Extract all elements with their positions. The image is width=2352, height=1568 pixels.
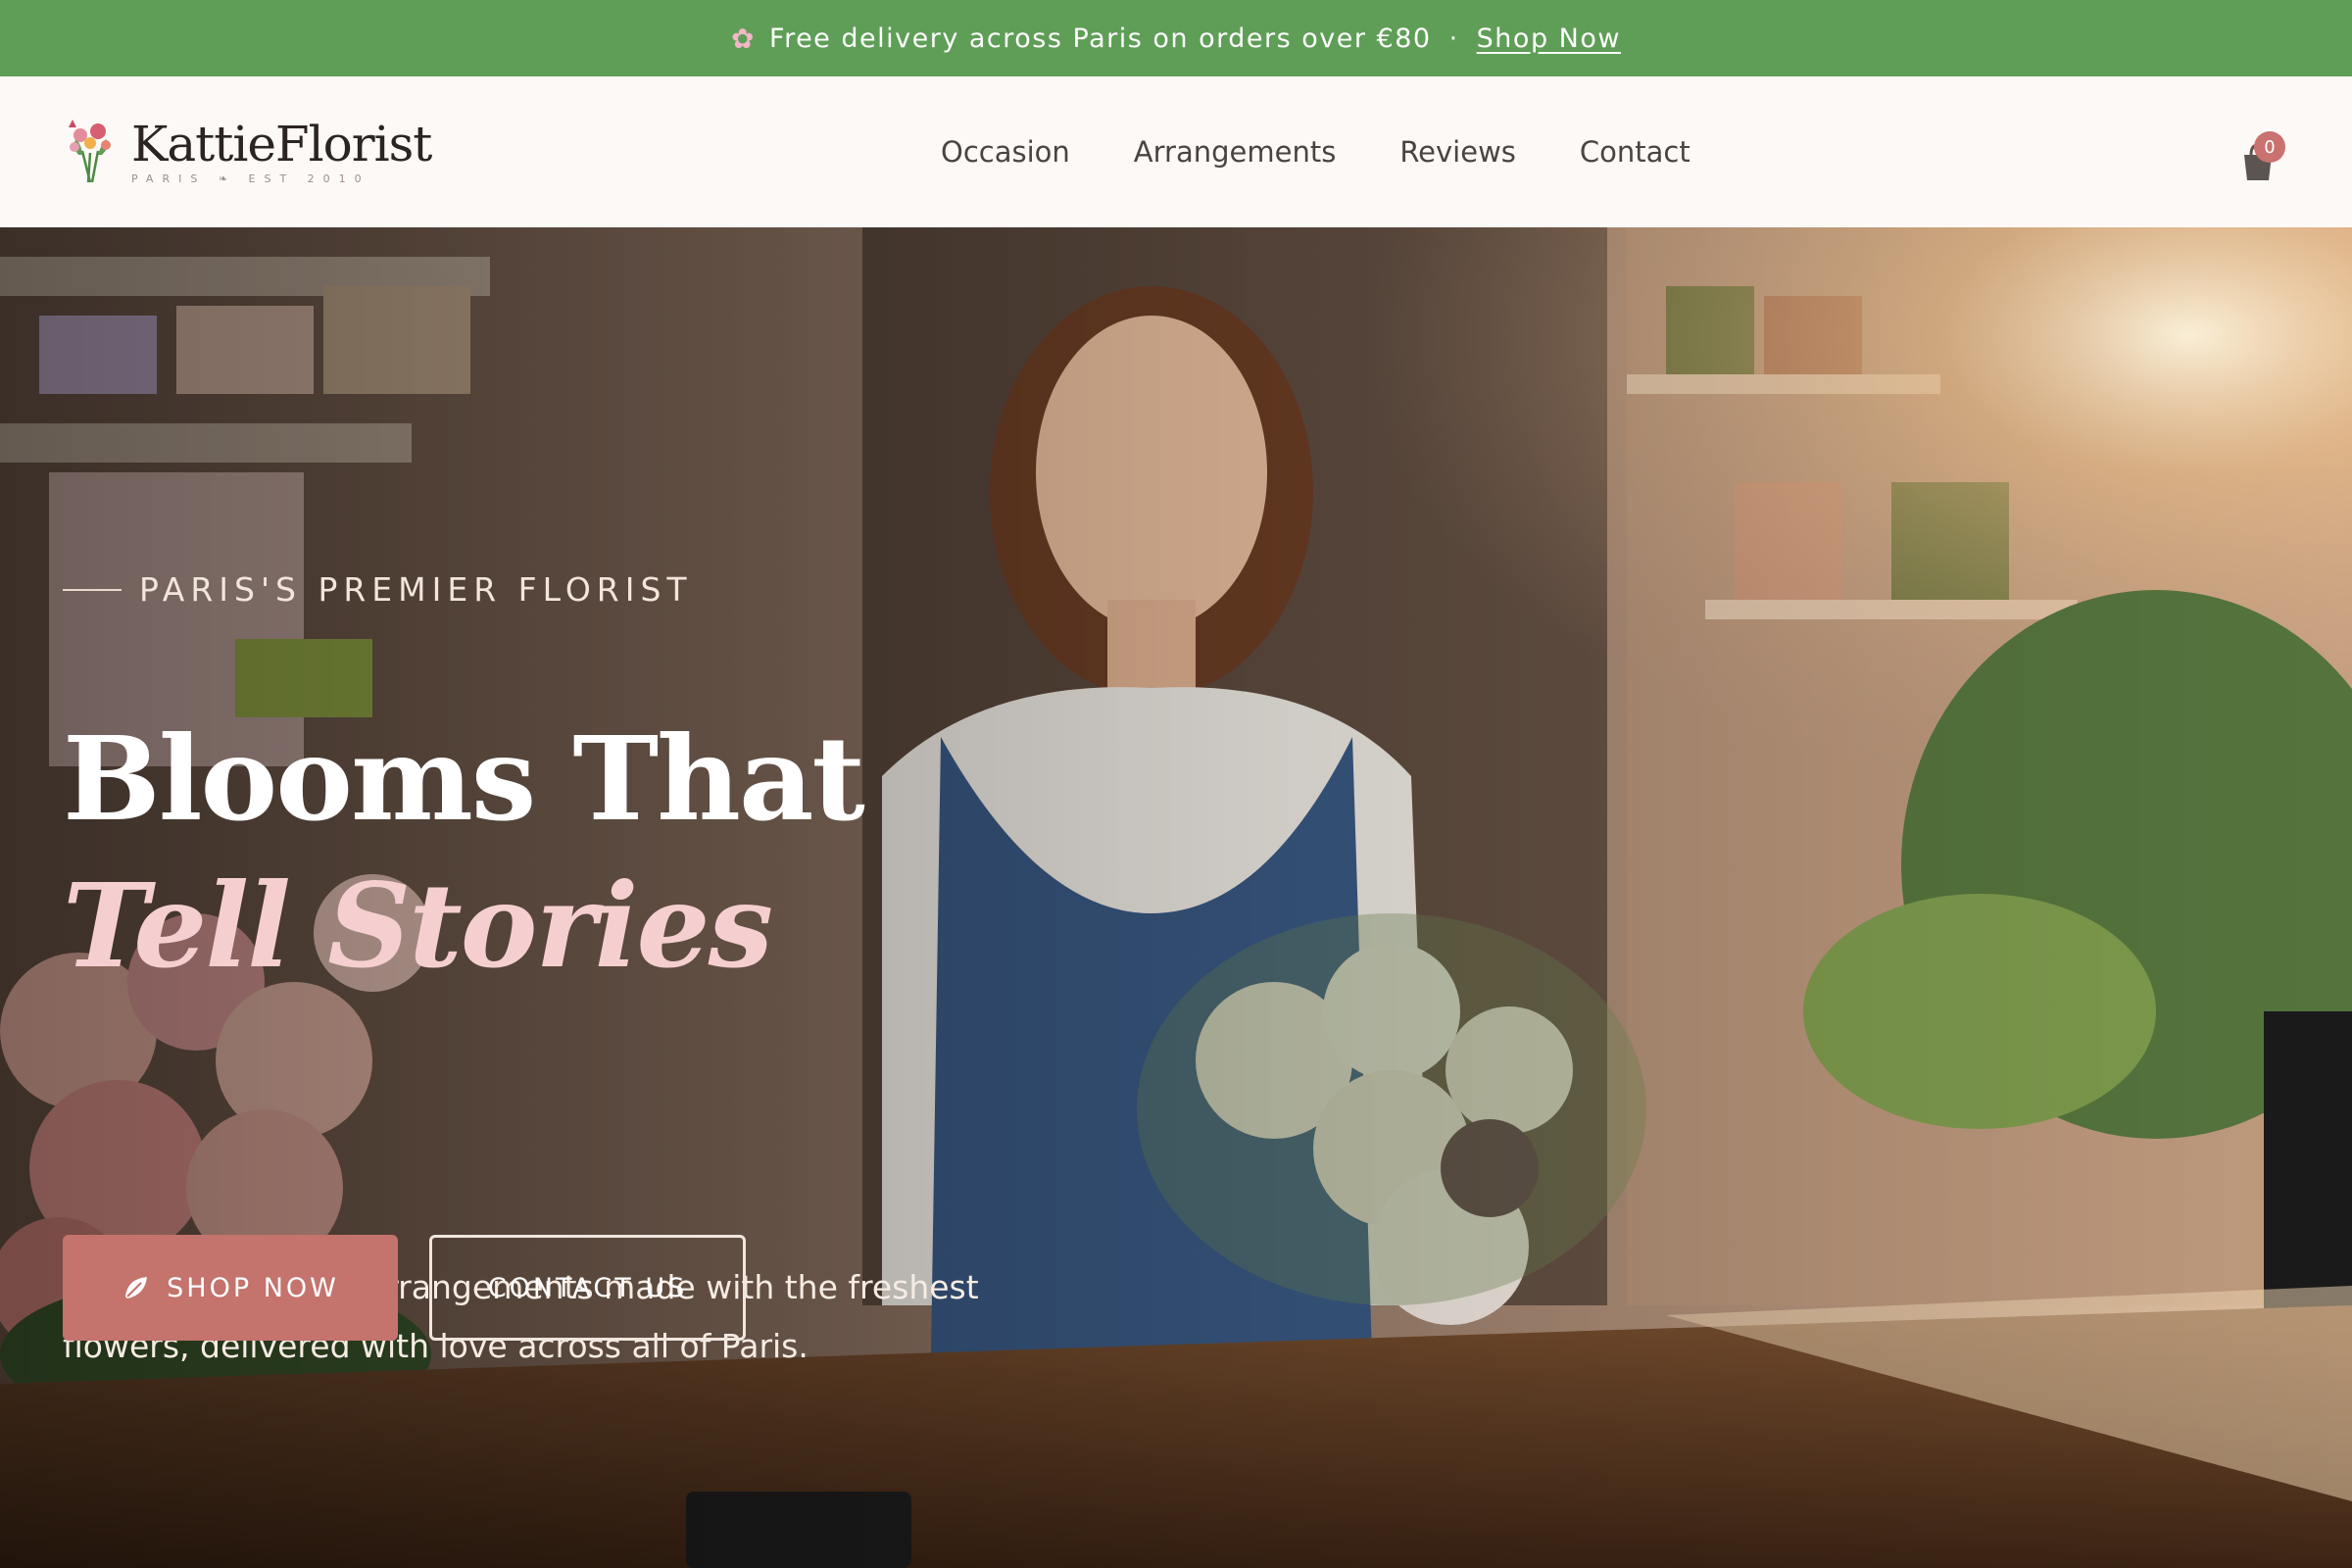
leaf-icon: [125, 1277, 148, 1298]
nav-occasion[interactable]: Occasion: [941, 135, 1070, 169]
logo-wordmark: KattieFlorist: [131, 116, 432, 172]
nav-arrangements[interactable]: Arrangements: [1134, 135, 1337, 169]
shop-now-button[interactable]: SHOP NOW: [63, 1235, 398, 1341]
eyebrow-text: PARIS'S PREMIER FLORIST: [139, 570, 693, 609]
site-header: KattieFlorist PARIS ❧ EST 2010 Occasion …: [0, 76, 2352, 227]
eyebrow-rule: [63, 588, 122, 591]
hero-content: PARIS'S PREMIER FLORIST Blooms That Tell…: [63, 227, 1141, 1568]
hero-section: PARIS'S PREMIER FLORIST Blooms That Tell…: [0, 227, 2352, 1568]
cart-count-badge: 0: [2254, 131, 2285, 163]
announcement-text: Free delivery across Paris on orders ove…: [769, 23, 1432, 54]
main-nav: Occasion Arrangements Reviews Contact: [941, 76, 1754, 227]
hero-eyebrow: PARIS'S PREMIER FLORIST: [63, 570, 693, 609]
logo[interactable]: KattieFlorist PARIS ❧ EST 2010: [61, 116, 432, 194]
contact-us-button[interactable]: CONTACT US: [429, 1235, 746, 1341]
announcement-separator: ·: [1448, 23, 1459, 54]
cart-button[interactable]: 0: [2232, 131, 2285, 186]
shop-now-label: SHOP NOW: [167, 1272, 339, 1303]
announcement-bar: ✿ Free delivery across Paris on orders o…: [0, 0, 2352, 76]
flower-icon: ✿: [731, 22, 756, 55]
contact-us-label: CONTACT US: [487, 1272, 688, 1303]
bouquet-logo-icon: [69, 120, 111, 183]
headline-line-2: Tell Stories: [63, 858, 773, 994]
nav-reviews[interactable]: Reviews: [1399, 135, 1516, 169]
headline-line-1: Blooms That: [63, 710, 865, 847]
nav-contact[interactable]: Contact: [1580, 135, 1690, 169]
logo-tagline: PARIS ❧ EST 2010: [131, 172, 370, 185]
hero-headline: Blooms That Tell Stories: [63, 706, 865, 1000]
announcement-shop-now-link[interactable]: Shop Now: [1477, 24, 1621, 54]
